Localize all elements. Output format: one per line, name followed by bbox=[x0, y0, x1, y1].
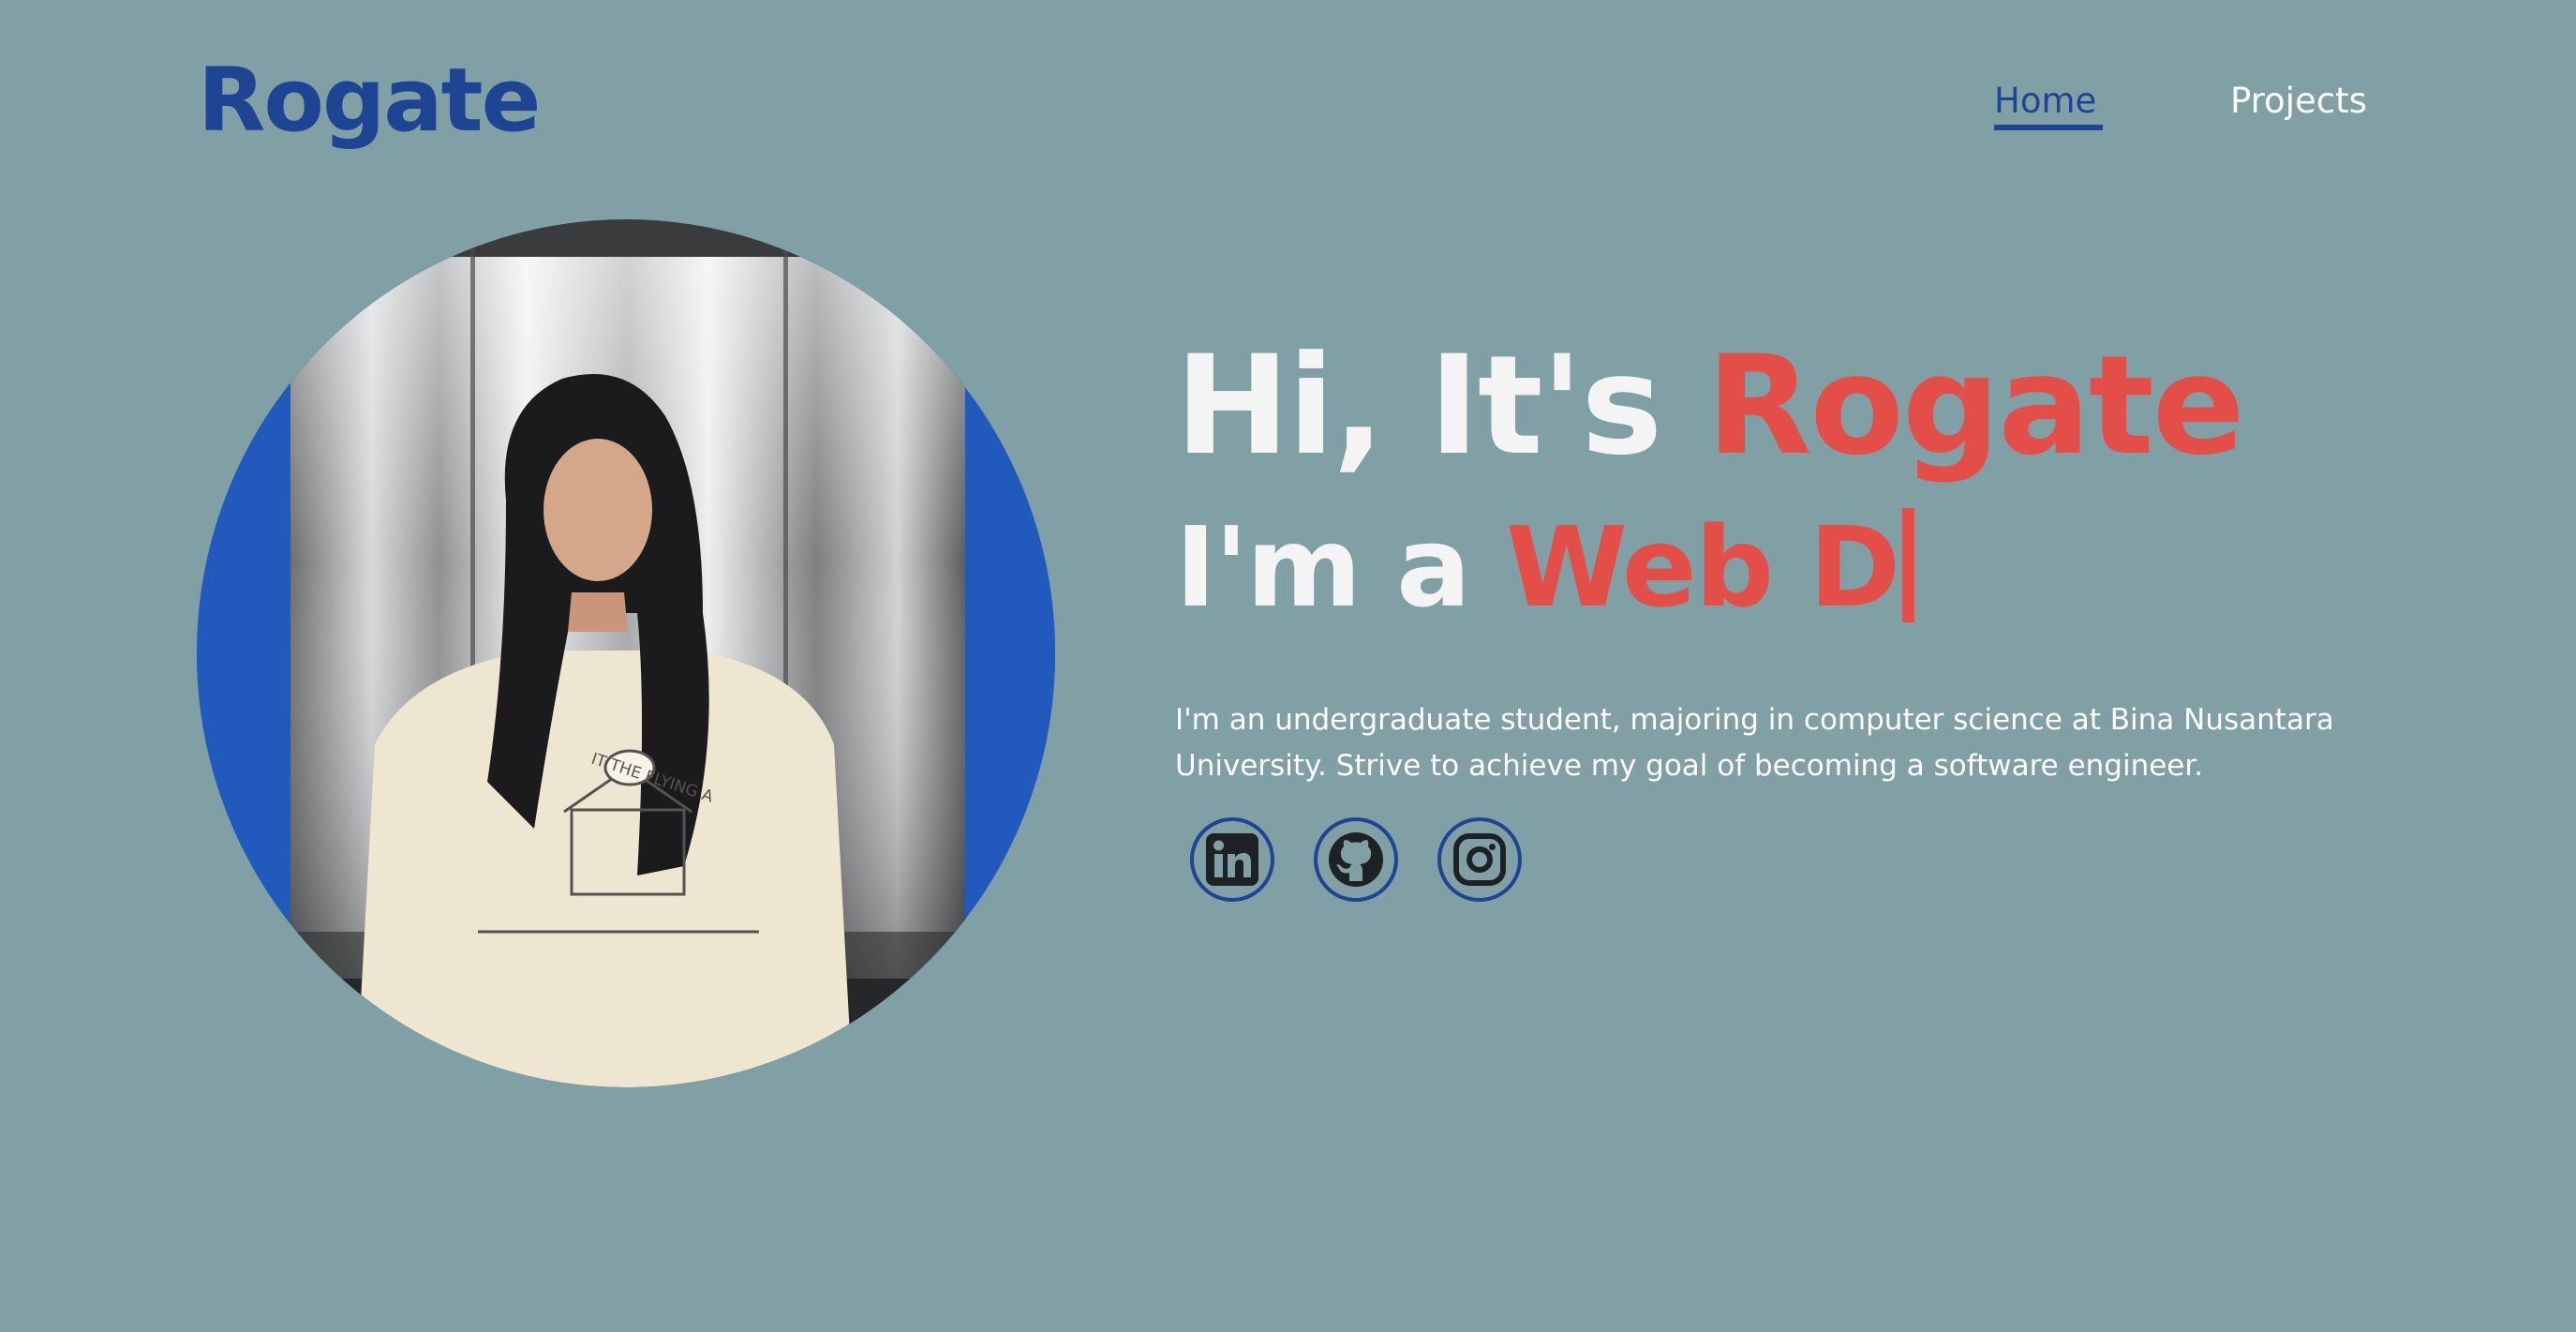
github-icon bbox=[1329, 832, 1383, 887]
nav-active-indicator bbox=[1994, 125, 2103, 130]
role-typed-text: Web D bbox=[1505, 502, 1900, 632]
greeting-text: Hi, It's bbox=[1175, 326, 1662, 486]
typing-cursor bbox=[1902, 508, 1915, 622]
hero-role: I'm a Web D bbox=[1175, 501, 1915, 633]
linkedin-link[interactable] bbox=[1190, 817, 1274, 902]
github-link[interactable] bbox=[1314, 817, 1398, 902]
hero-bio: I'm an undergraduate student, majoring i… bbox=[1175, 703, 2334, 783]
social-links bbox=[1190, 817, 1522, 902]
instagram-link[interactable] bbox=[1437, 817, 1522, 902]
nav-home-link[interactable]: Home bbox=[1994, 75, 2096, 127]
hero-name: Rogate bbox=[1706, 326, 2245, 486]
linkedin-icon bbox=[1206, 833, 1258, 886]
instagram-icon bbox=[1453, 833, 1506, 886]
profile-photo: IT THE FLYING A bbox=[197, 219, 1055, 1087]
role-prefix: I'm a bbox=[1175, 502, 1471, 632]
site-logo[interactable]: Rogate bbox=[198, 45, 541, 157]
hero-greeting: Hi, It's Rogate bbox=[1175, 326, 2245, 486]
nav-projects-link[interactable]: Projects bbox=[2230, 75, 2367, 127]
